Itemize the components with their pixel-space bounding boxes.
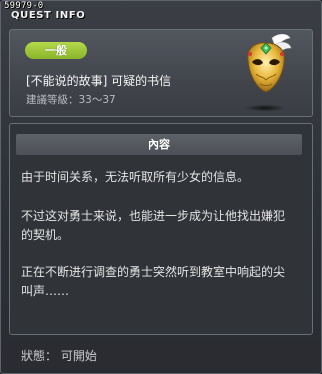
quest-status: 狀態： 可開始 bbox=[21, 349, 97, 363]
content-header: 內容 bbox=[16, 134, 302, 155]
window-title: QUEST INFO bbox=[11, 10, 86, 21]
content-paragraph-1: 由于时间关系，无法听取所有少女的信息。 bbox=[21, 170, 250, 184]
masquerade-mask-icon bbox=[245, 33, 292, 112]
title-bar[interactable]: QUEST INFO bbox=[1, 1, 321, 26]
quest-name: [不能说的故事] 可疑的书信 bbox=[26, 74, 172, 88]
quest-header-panel: 一般 [不能说的故事] 可疑的书信 建議等級：33～37 bbox=[9, 29, 313, 117]
recommended-level: 建議等級：33～37 bbox=[26, 94, 116, 106]
content-paragraph-3: 正在不断进行调查的勇士突然听到教室中响起的尖叫声…… bbox=[21, 265, 286, 298]
category-badge: 一般 bbox=[25, 42, 87, 59]
quest-id-label: 59979-0 bbox=[4, 1, 44, 11]
content-paragraph-2: 不过这对勇士来说，也能进一步成为让他找出嫌犯的契机。 bbox=[21, 209, 286, 242]
quest-info-window: QUEST INFO 59979-0 一般 [不能说的故事] 可疑的书信 建議等… bbox=[0, 0, 322, 374]
